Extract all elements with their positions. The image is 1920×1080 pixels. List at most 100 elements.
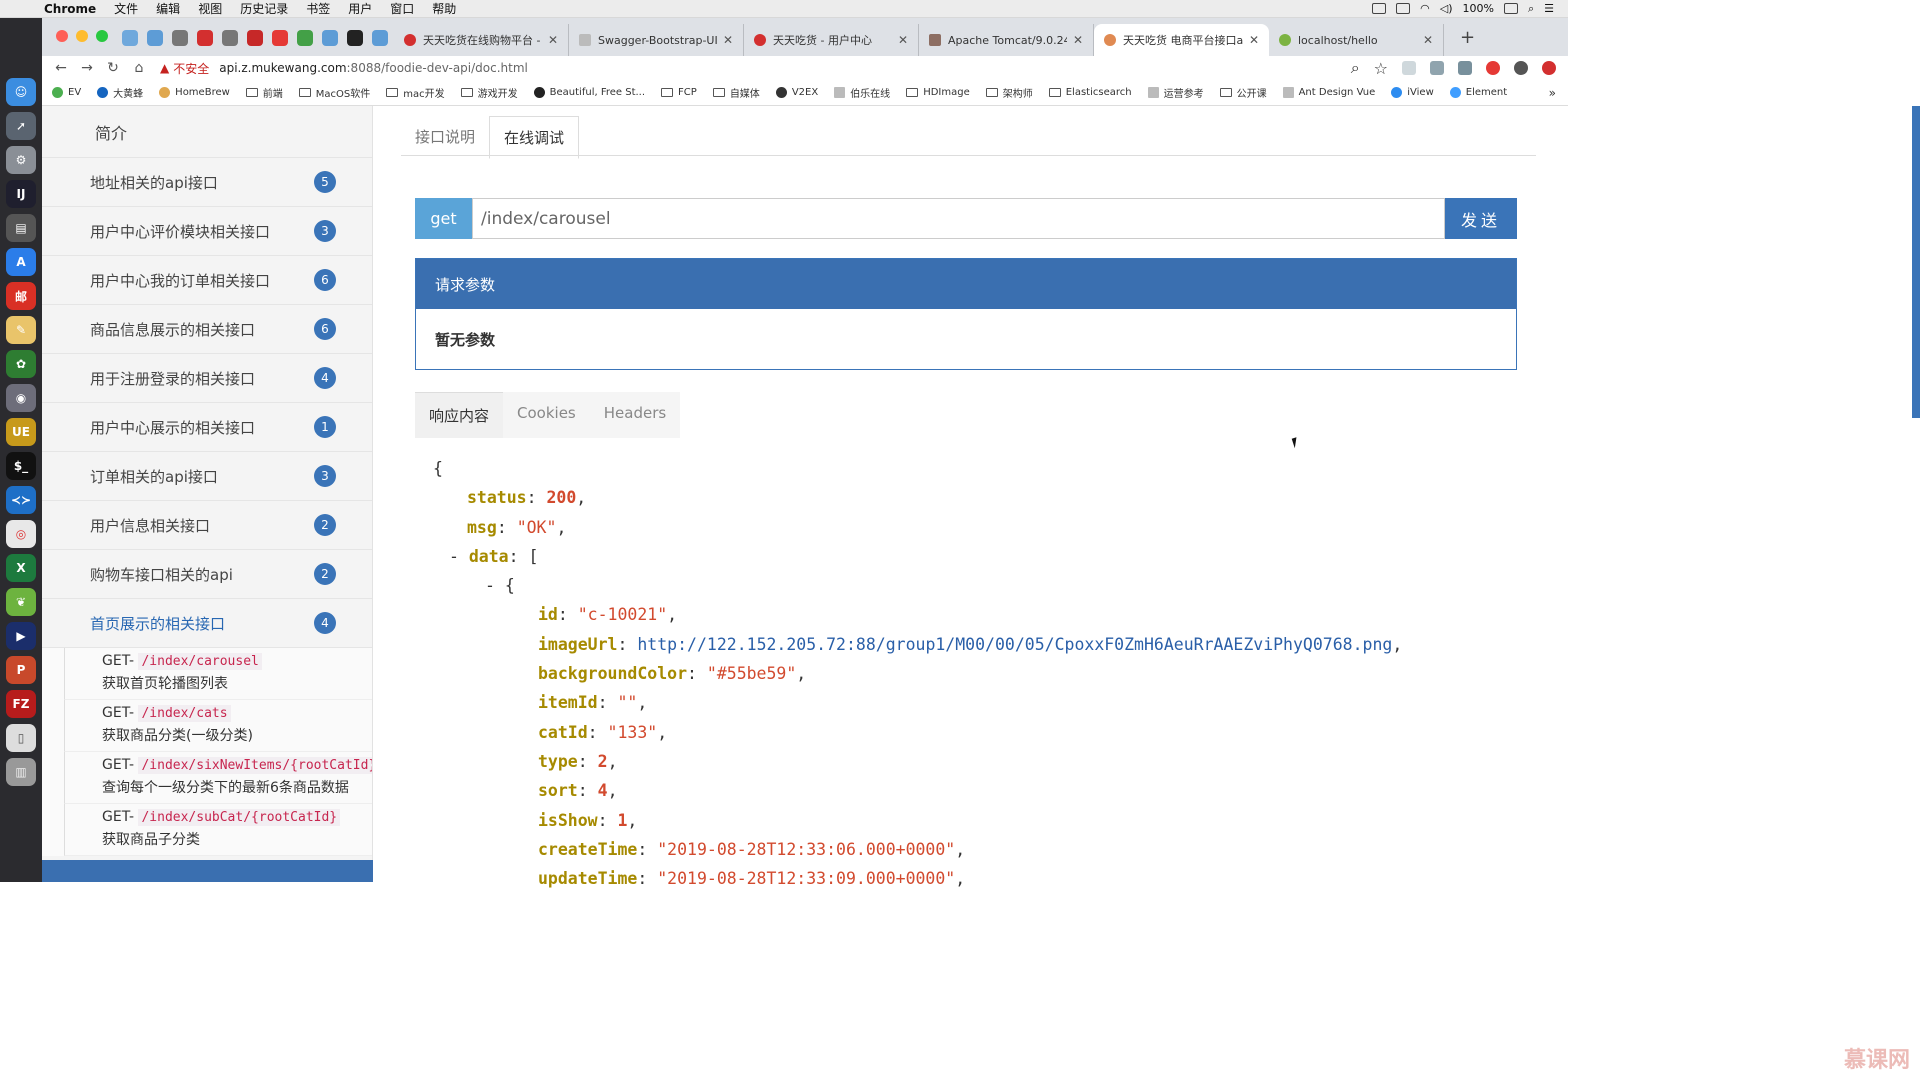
activity-monitor-icon[interactable]: ▤ — [6, 214, 36, 242]
tab-close-icon[interactable]: ✕ — [548, 33, 558, 47]
tab-close-icon[interactable]: ✕ — [898, 33, 908, 47]
finder-icon[interactable]: ☺ — [6, 78, 36, 106]
bookmark-item[interactable]: EV — [52, 87, 81, 98]
search-icon[interactable]: ⌕ — [1528, 2, 1534, 16]
sidebar-group[interactable]: 用于注册登录的相关接口 4 — [42, 354, 372, 403]
trash-icon[interactable]: ▥ — [6, 758, 36, 786]
sidebar-group[interactable]: 商品信息展示的相关接口 6 — [42, 305, 372, 354]
bookmark-item[interactable]: HomeBrew — [159, 87, 230, 98]
tab-close-icon[interactable]: ✕ — [1073, 33, 1083, 47]
pinned-tab-icon[interactable] — [322, 30, 338, 46]
pinned-tab-icon[interactable] — [172, 30, 188, 46]
pinned-tab-icon[interactable] — [297, 30, 313, 46]
volume-icon[interactable]: ◁) — [1440, 2, 1453, 15]
extension-icon[interactable] — [1458, 61, 1472, 75]
pinned-tab-icon[interactable] — [247, 30, 263, 46]
menu-people[interactable]: 用户 — [348, 0, 372, 17]
endpoint-item[interactable]: GET- /index/carousel 获取首页轮播图列表 — [64, 648, 372, 700]
bookmark-star-icon[interactable]: ☆ — [1374, 59, 1388, 78]
sidebar-group[interactable]: 购物车接口相关的api 2 — [42, 550, 372, 599]
browser-tab[interactable]: 天天吃货 - 用户中心 ✕ — [744, 24, 919, 56]
wifi-icon[interactable]: ◠ — [1420, 2, 1430, 15]
excel-icon[interactable]: X — [6, 554, 36, 582]
ue-icon[interactable]: UE — [6, 418, 36, 446]
intellij-icon[interactable]: IJ — [6, 180, 36, 208]
bookmark-folder[interactable]: 公开课 — [1219, 85, 1267, 100]
document-icon[interactable]: ▯ — [6, 724, 36, 752]
tab-cookies[interactable]: Cookies — [503, 392, 590, 438]
chrome-icon[interactable]: ◎ — [6, 520, 36, 548]
bookmark-folder[interactable]: FCP — [661, 87, 697, 98]
screen-icon[interactable] — [1372, 3, 1387, 14]
collapse-toggle-icon[interactable]: - — [485, 576, 505, 595]
sidebar-group[interactable]: 用户中心我的订单相关接口 6 — [42, 256, 372, 305]
bookmark-folder[interactable]: mac开发 — [386, 85, 445, 100]
new-tab-icon[interactable]: + — [1460, 27, 1475, 48]
bookmarks-overflow-icon[interactable]: » — [1549, 86, 1556, 100]
extension-icon[interactable] — [1542, 61, 1556, 75]
battery-icon[interactable] — [1503, 3, 1518, 14]
json-link[interactable]: http://122.152.205.72:88/group1/M00/00/0… — [637, 635, 1392, 654]
tab-api-description[interactable]: 接口说明 — [401, 116, 489, 159]
bookmark-item[interactable]: V2EX — [775, 87, 818, 98]
sidebar-group[interactable]: 用户信息相关接口 2 — [42, 501, 372, 550]
extension-icon[interactable] — [1430, 61, 1444, 75]
request-url-input[interactable]: /index/carousel — [472, 198, 1445, 239]
zoom-icon[interactable]: ⌕ — [1351, 58, 1360, 78]
endpoint-item[interactable]: GET- /index/subCat/{rootCatId} 获取商品子分类 — [64, 804, 372, 856]
zoom-window-icon[interactable] — [96, 30, 108, 42]
tab-close-icon[interactable]: ✕ — [723, 33, 733, 47]
bookmark-item[interactable]: 运营参考 — [1147, 85, 1204, 100]
close-window-icon[interactable] — [56, 30, 68, 42]
sidebar-group[interactable]: 地址相关的api接口 5 — [42, 158, 372, 207]
calendar-icon[interactable] — [1396, 3, 1411, 14]
notes-icon[interactable]: ✎ — [6, 316, 36, 344]
leaf-icon[interactable]: ❦ — [6, 588, 36, 616]
bookmark-folder[interactable]: Elasticsearch — [1048, 87, 1132, 98]
pinned-tab-icon[interactable] — [372, 30, 388, 46]
terminal-icon[interactable]: $_ — [6, 452, 36, 480]
browser-tab[interactable]: localhost/hello ✕ — [1269, 24, 1444, 56]
tab-close-icon[interactable]: ✕ — [1249, 33, 1259, 47]
tab-headers[interactable]: Headers — [589, 392, 681, 438]
menu-help[interactable]: 帮助 — [432, 0, 456, 17]
bookmark-folder[interactable]: HDImage — [906, 87, 970, 98]
bookmark-folder[interactable]: 游戏开发 — [460, 85, 518, 100]
page-scrollbar[interactable] — [1912, 106, 1920, 418]
tab-response-body[interactable]: 响应内容 — [415, 392, 504, 438]
collapse-toggle-icon[interactable]: - — [449, 547, 469, 566]
reload-icon[interactable]: ↻ — [100, 60, 126, 76]
media-icon[interactable]: ◉ — [6, 384, 36, 412]
pinned-tab-icon[interactable] — [147, 30, 163, 46]
filezilla-icon[interactable]: FZ — [6, 690, 36, 718]
pinned-tab-icon[interactable] — [222, 30, 238, 46]
pinned-tab-icon[interactable] — [122, 30, 138, 46]
evernote-icon[interactable]: ✿ — [6, 350, 36, 378]
app-store-icon[interactable]: A — [6, 248, 36, 276]
system-preferences-icon[interactable]: ⚙ — [6, 146, 36, 174]
bookmark-item[interactable]: iView — [1391, 87, 1434, 98]
endpoint-item[interactable]: GET- /index/cats 获取商品分类(一级分类) — [64, 700, 372, 752]
tab-online-debug[interactable]: 在线调试 — [489, 116, 580, 159]
browser-tab-active[interactable]: 天天吃货 电商平台接口api ✕ — [1094, 24, 1269, 56]
menu-list-icon[interactable]: ☰ — [1544, 2, 1554, 15]
tab-close-icon[interactable]: ✕ — [1423, 33, 1433, 47]
menu-app-name[interactable]: Chrome — [44, 2, 96, 16]
bookmark-folder[interactable]: MacOS软件 — [298, 85, 370, 100]
sidebar-intro[interactable]: 简介 — [42, 106, 372, 158]
vscode-icon[interactable]: ≺≻ — [6, 486, 36, 514]
home-icon[interactable]: ⌂ — [126, 60, 152, 76]
sidebar-group[interactable]: 用户中心评价模块相关接口 3 — [42, 207, 372, 256]
back-icon[interactable]: ← — [48, 60, 74, 76]
bookmark-item[interactable]: Beautiful, Free St... — [533, 87, 645, 98]
sidebar-group[interactable]: 用户中心展示的相关接口 1 — [42, 403, 372, 452]
profile-avatar-icon[interactable] — [1514, 61, 1528, 75]
powerpoint-icon[interactable]: P — [6, 656, 36, 684]
sidebar-group-active[interactable]: 首页展示的相关接口 4 — [42, 599, 372, 648]
bookmark-item[interactable]: 大黄蜂 — [97, 85, 143, 100]
extension-icon[interactable] — [1402, 61, 1416, 75]
bookmark-item[interactable]: Ant Design Vue — [1282, 87, 1375, 98]
menu-edit[interactable]: 编辑 — [156, 0, 180, 17]
bookmark-folder[interactable]: 前端 — [245, 85, 283, 100]
forward-icon[interactable]: → — [74, 60, 100, 76]
